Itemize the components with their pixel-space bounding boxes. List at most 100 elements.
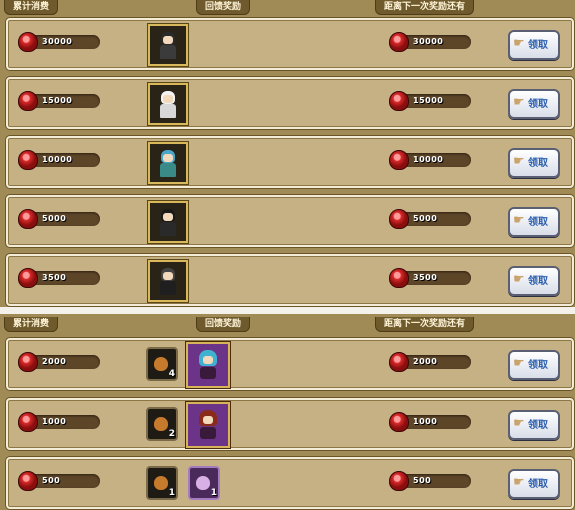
character-face [163,154,173,162]
amount-value: 500 [413,476,432,485]
claim-label: 领取 [528,420,548,431]
header-remaining: 距离下一次奖励还有 [375,317,475,332]
character-body [200,427,216,439]
remaining-amount: 30000 [389,32,471,52]
ruby-icon [389,91,409,111]
character-figure-icon [199,350,217,380]
claim-label: 领取 [528,479,548,490]
amount-value: 5000 [42,214,67,223]
character-body [160,104,176,118]
ruby-icon [18,268,38,288]
claim-label: 领取 [528,158,548,169]
money-bag-icon [154,357,168,371]
reward-row: 10000 10000 ☛ 领取 [6,136,574,188]
amount-value: 10000 [42,155,73,164]
pointing-hand-icon: ☛ [513,95,525,110]
claim-button[interactable]: ☛ 领取 [508,148,560,178]
amount-value: 30000 [413,37,444,46]
character-face [163,272,173,280]
amount-value: 30000 [42,37,73,46]
item-quantity: 1 [168,488,175,498]
item-quantity: 2 [168,429,175,439]
cumulative-amount: 1000 [18,412,100,432]
claim-button[interactable]: ☛ 领取 [508,350,560,380]
money-bag-icon [154,476,168,490]
top-header: 累计消费 回馈奖励 距离下一次奖励还有 [0,0,575,16]
pointing-hand-icon: ☛ [513,356,525,371]
claim-button[interactable]: ☛ 领取 [508,89,560,119]
character-portrait [186,402,230,448]
ruby-icon [389,150,409,170]
ruby-icon [389,352,409,372]
ruby-icon [389,32,409,52]
character-body [160,222,176,236]
header-reward: 回馈奖励 [196,0,251,15]
cumulative-amount: 3500 [18,268,100,288]
character-figure-icon [159,266,177,296]
remaining-amount: 10000 [389,150,471,170]
amount-value: 500 [42,476,61,485]
character-face [203,356,213,364]
claim-button[interactable]: ☛ 领取 [508,207,560,237]
panel-divider [0,307,575,314]
amount-value: 15000 [413,96,444,105]
ruby-icon [18,150,38,170]
amount-value: 2000 [42,357,67,366]
remaining-amount: 1000 [389,412,471,432]
pointing-hand-icon: ☛ [513,416,525,431]
pointing-hand-icon: ☛ [513,36,525,51]
cumulative-amount: 2000 [18,352,100,372]
header-cumulative-spend: 累计消费 [4,317,59,332]
amount-value: 3500 [42,273,67,282]
header-reward: 回馈奖励 [196,317,251,332]
item-pouch: 1 [188,466,220,500]
reward-row: 15000 15000 ☛ 领取 [6,77,574,129]
character-figure-icon [159,30,177,60]
character-face [203,416,213,424]
character-face [163,95,173,103]
claim-label: 领取 [528,99,548,110]
character-portrait [148,201,188,243]
bottom-header: 累计消费 回馈奖励 距离下一次奖励还有 [0,317,575,333]
reward-row: 500 1 1 500 ☛ 领取 [6,457,574,509]
character-portrait [148,260,188,302]
character-figure-icon [159,89,177,119]
amount-value: 1000 [42,417,67,426]
amount-value: 3500 [413,273,438,282]
ruby-icon [18,471,38,491]
claim-label: 领取 [528,40,548,51]
claim-button[interactable]: ☛ 领取 [508,469,560,499]
ruby-icon [18,352,38,372]
character-figure-icon [199,410,217,440]
cumulative-amount: 5000 [18,209,100,229]
claim-label: 领取 [528,360,548,371]
ruby-icon [18,32,38,52]
pointing-hand-icon: ☛ [513,154,525,169]
claim-label: 领取 [528,217,548,228]
pointing-hand-icon: ☛ [513,475,525,490]
reward-row: 1000 2 1000 ☛ 领取 [6,398,574,450]
character-body [160,281,176,295]
claim-button[interactable]: ☛ 领取 [508,410,560,440]
ruby-icon [18,209,38,229]
claim-button[interactable]: ☛ 领取 [508,266,560,296]
pointing-hand-icon: ☛ [513,213,525,228]
claim-button[interactable]: ☛ 领取 [508,30,560,60]
character-body [160,45,176,59]
item-quantity: 1 [210,488,217,498]
character-portrait [148,24,188,66]
ruby-icon [389,268,409,288]
reward-row: 2000 4 2000 ☛ 领取 [6,338,574,390]
ruby-icon [389,209,409,229]
amount-value: 5000 [413,214,438,223]
character-figure-icon [159,148,177,178]
remaining-amount: 3500 [389,268,471,288]
character-portrait [148,83,188,125]
character-body [160,163,176,177]
character-portrait [148,142,188,184]
item-quantity: 4 [168,369,175,379]
claim-label: 领取 [528,276,548,287]
cumulative-amount: 30000 [18,32,100,52]
amount-value: 2000 [413,357,438,366]
remaining-amount: 5000 [389,209,471,229]
